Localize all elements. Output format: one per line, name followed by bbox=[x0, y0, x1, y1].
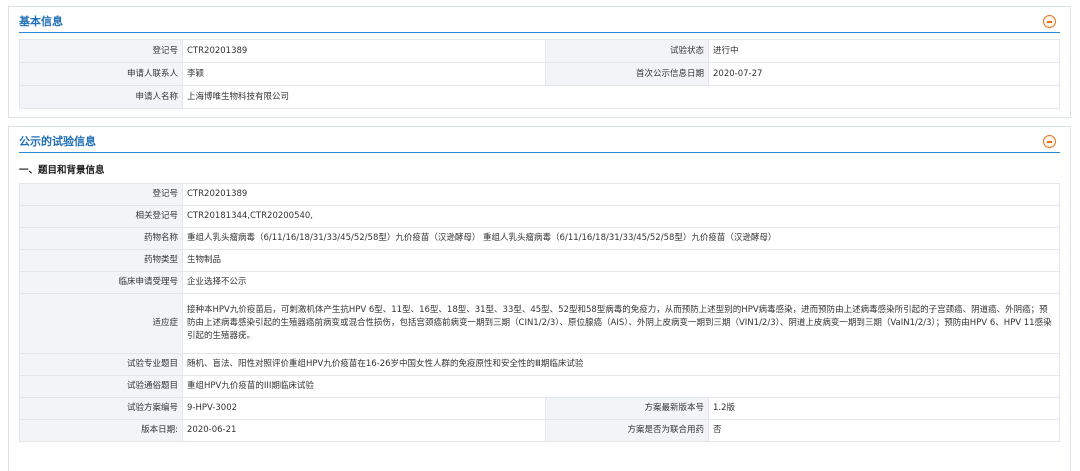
drug-type-label: 药物类型 bbox=[19, 249, 183, 272]
latest-version-label: 方案最新版本号 bbox=[545, 397, 709, 420]
combination-drug-label: 方案是否为联合用药 bbox=[545, 419, 709, 442]
contact-value: 李颖 bbox=[182, 62, 546, 86]
collapse-icon[interactable] bbox=[1043, 135, 1056, 148]
table-row: 登记号 CTR20201389 试验状态 进行中 bbox=[19, 39, 1060, 63]
basic-info-table: 登记号 CTR20201389 试验状态 进行中 申请人联系人 李颖 首次公示信… bbox=[19, 39, 1060, 109]
table-row: 试验专业题目 随机、盲法、阳性对照评价重组HPV九价疫苗在16-26岁中国女性人… bbox=[19, 353, 1061, 376]
table-row: 申请人联系人 李颖 首次公示信息日期 2020-07-27 bbox=[19, 62, 1060, 86]
accept-no-value: 企业选择不公示 bbox=[181, 271, 1061, 294]
table-row: 申请人名称 上海博唯生物科技有限公司 bbox=[19, 85, 1060, 109]
table-row: 试验通俗题目 重组HPV九价疫苗的III期临床试验 bbox=[19, 375, 1061, 398]
applicant-value: 上海博唯生物科技有限公司 bbox=[182, 85, 1060, 109]
title-divider bbox=[19, 32, 1060, 33]
trial-status-label: 试验状态 bbox=[545, 39, 709, 63]
table-row: 版本日期: 2020-06-21 方案是否为联合用药 否 bbox=[19, 419, 1061, 442]
basic-info-panel: 基本信息 登记号 CTR20201389 试验状态 进行中 申请人联系人 李颖 … bbox=[8, 6, 1071, 118]
contact-label: 申请人联系人 bbox=[19, 62, 183, 86]
latest-version-value: 1.2版 bbox=[707, 397, 1061, 420]
combination-drug-value: 否 bbox=[707, 419, 1061, 442]
first-pub-date-label: 首次公示信息日期 bbox=[545, 62, 709, 86]
drug-name-value: 重组人乳头瘤病毒（6/11/16/18/31/33/45/52/58型）九价疫苗… bbox=[181, 227, 1061, 250]
first-pub-date-value: 2020-07-27 bbox=[708, 62, 1060, 86]
drug-type-value: 生物制品 bbox=[181, 249, 1061, 272]
protocol-no-value: 9-HPV-3002 bbox=[182, 397, 546, 420]
protocol-no-label: 试验方案编号 bbox=[19, 397, 183, 420]
table-row: 药物名称 重组人乳头瘤病毒（6/11/16/18/31/33/45/52/58型… bbox=[19, 227, 1061, 250]
public-info-table: 登记号 CTR20201389 相关登记号 CTR20181344,CTR202… bbox=[19, 183, 1061, 442]
table-row: 试验方案编号 9-HPV-3002 方案最新版本号 1.2版 bbox=[19, 397, 1061, 420]
public-trial-info-panel: 公示的试验信息 一、题目和背景信息 登记号 CTR20201389 相关登记号 … bbox=[8, 126, 1071, 471]
table-row: 登记号 CTR20201389 bbox=[19, 183, 1061, 206]
version-date-value: 2020-06-21 bbox=[182, 419, 546, 442]
table-row: 临床申请受理号 企业选择不公示 bbox=[19, 271, 1061, 294]
pro-title-label: 试验专业题目 bbox=[19, 353, 183, 376]
public-info-title: 公示的试验信息 bbox=[19, 135, 96, 148]
basic-info-title: 基本信息 bbox=[19, 15, 63, 28]
indication-value: 接种本HPV九价疫苗后，可刺激机体产生抗HPV 6型、11型、16型、18型、3… bbox=[181, 293, 1061, 354]
section-heading: 一、题目和背景信息 bbox=[19, 165, 105, 176]
indication-label: 适应症 bbox=[19, 293, 183, 354]
reg-no-label: 登记号 bbox=[19, 183, 183, 206]
applicant-label: 申请人名称 bbox=[19, 85, 183, 109]
reg-no-value: CTR20201389 bbox=[182, 39, 546, 63]
table-row: 适应症 接种本HPV九价疫苗后，可刺激机体产生抗HPV 6型、11型、16型、1… bbox=[19, 293, 1061, 354]
title-divider bbox=[19, 152, 1060, 153]
popular-title-value: 重组HPV九价疫苗的III期临床试验 bbox=[181, 375, 1061, 398]
table-row: 相关登记号 CTR20181344,CTR20200540, bbox=[19, 205, 1061, 228]
table-row: 药物类型 生物制品 bbox=[19, 249, 1061, 272]
reg-no-label: 登记号 bbox=[19, 39, 183, 63]
related-reg-no-value: CTR20181344,CTR20200540, bbox=[181, 205, 1061, 228]
accept-no-label: 临床申请受理号 bbox=[19, 271, 183, 294]
pro-title-value: 随机、盲法、阳性对照评价重组HPV九价疫苗在16-26岁中国女性人群的免疫原性和… bbox=[181, 353, 1061, 376]
reg-no-value: CTR20201389 bbox=[181, 183, 1061, 206]
collapse-icon[interactable] bbox=[1043, 15, 1056, 28]
related-reg-no-label: 相关登记号 bbox=[19, 205, 183, 228]
version-date-label: 版本日期: bbox=[19, 419, 183, 442]
trial-status-value: 进行中 bbox=[708, 39, 1060, 63]
drug-name-label: 药物名称 bbox=[19, 227, 183, 250]
popular-title-label: 试验通俗题目 bbox=[19, 375, 183, 398]
